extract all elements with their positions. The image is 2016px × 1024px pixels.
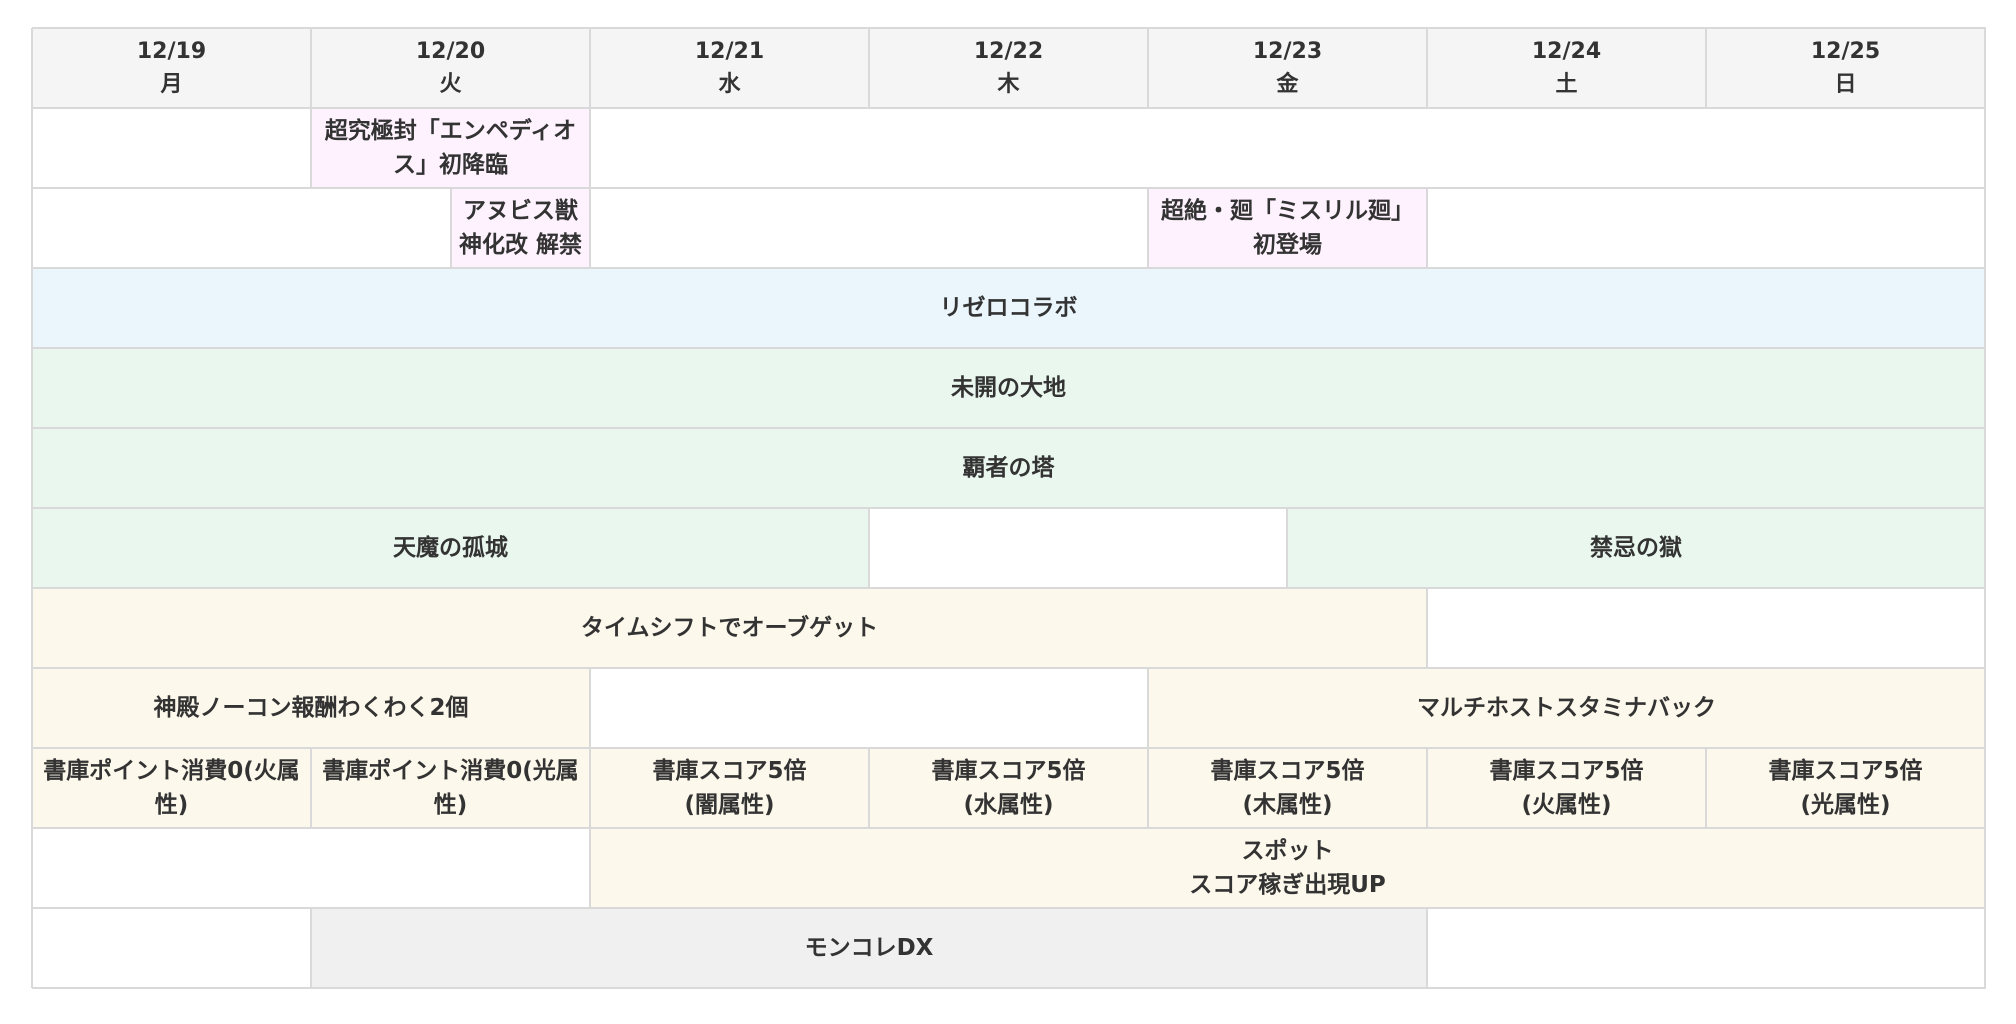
grid-line bbox=[1426, 188, 1428, 268]
header-day: 日 bbox=[1834, 72, 1857, 97]
header-date: 12/22 bbox=[973, 39, 1044, 64]
grid-line bbox=[450, 188, 452, 268]
grid-line bbox=[868, 748, 870, 828]
grid-line bbox=[1426, 748, 1428, 828]
event-hasha: 覇者の塔 bbox=[32, 428, 1985, 508]
header-cell-1220: 12/20 火 bbox=[311, 28, 590, 108]
grid-line bbox=[589, 748, 591, 828]
grid-line bbox=[589, 108, 591, 188]
grid-line bbox=[310, 908, 312, 988]
event-spot: スポット スコア稼ぎ出現UP bbox=[590, 828, 1985, 908]
event-mithril: 超絶・廻「ミスリル廻」初登場 bbox=[1148, 188, 1427, 268]
grid-line bbox=[1426, 28, 1428, 108]
header-date: 12/24 bbox=[1531, 39, 1602, 64]
header-cell-1221: 12/21 水 bbox=[590, 28, 869, 108]
event-tenma: 天魔の孤城 bbox=[32, 508, 869, 588]
event-shinden: 神殿ノーコン報酬わくわく2個 bbox=[32, 668, 590, 748]
header-cell-1223: 12/23 金 bbox=[1148, 28, 1427, 108]
grid-line bbox=[310, 28, 312, 108]
event-shoko-score-light: 書庫スコア5倍 (光属性) bbox=[1706, 748, 1985, 828]
grid-line bbox=[1147, 188, 1149, 268]
grid-line bbox=[310, 108, 312, 188]
event-kinki: 禁忌の獄 bbox=[1287, 508, 1985, 588]
event-rezero: リゼロコラボ bbox=[32, 268, 1985, 348]
grid-line bbox=[589, 668, 591, 748]
grid-line bbox=[32, 747, 1986, 749]
header-cell-1219: 12/19 月 bbox=[32, 28, 311, 108]
grid-line bbox=[1147, 28, 1149, 108]
grid-line bbox=[1147, 668, 1149, 748]
event-monkore: モンコレDX bbox=[311, 908, 1427, 988]
header-date: 12/23 bbox=[1252, 39, 1323, 64]
header-day: 木 bbox=[997, 72, 1020, 97]
grid-line bbox=[32, 507, 1986, 509]
grid-line bbox=[32, 987, 1986, 989]
grid-line bbox=[31, 28, 33, 988]
header-day: 金 bbox=[1276, 72, 1299, 97]
header-date: 12/21 bbox=[694, 39, 765, 64]
event-shoko-score-water: 書庫スコア5倍 (水属性) bbox=[869, 748, 1148, 828]
header-day: 土 bbox=[1555, 72, 1578, 97]
grid-line bbox=[868, 28, 870, 108]
grid-line bbox=[1147, 748, 1149, 828]
grid-line bbox=[32, 587, 1986, 589]
grid-line bbox=[868, 508, 870, 588]
header-cell-1224: 12/24 土 bbox=[1427, 28, 1706, 108]
grid-line bbox=[32, 827, 1986, 829]
event-shoko-score-wood: 書庫スコア5倍 (木属性) bbox=[1148, 748, 1427, 828]
header-cell-1222: 12/22 木 bbox=[869, 28, 1148, 108]
event-shoko-score-dark: 書庫スコア5倍 (闇属性) bbox=[590, 748, 869, 828]
header-date: 12/25 bbox=[1810, 39, 1881, 64]
header-day: 水 bbox=[718, 72, 741, 97]
header-day: 火 bbox=[439, 72, 462, 97]
grid-line bbox=[1984, 28, 1986, 988]
grid-line bbox=[589, 188, 591, 268]
event-timeshift: タイムシフトでオーブゲット bbox=[32, 588, 1427, 668]
grid-line bbox=[32, 107, 1986, 109]
event-schedule-table: 12/19 月 12/20 火 12/21 水 12/22 木 12/23 金 12/24… bbox=[0, 0, 2016, 1024]
grid-line bbox=[32, 427, 1986, 429]
grid-line bbox=[32, 27, 1986, 29]
event-multihost: マルチホストスタミナバック bbox=[1148, 668, 1985, 748]
grid-line bbox=[1705, 28, 1707, 108]
grid-line bbox=[32, 347, 1986, 349]
event-anubis: アヌビス獣神化改 解禁 bbox=[451, 188, 590, 268]
grid-line bbox=[1426, 588, 1428, 668]
event-shoko-score-fire: 書庫スコア5倍 (火属性) bbox=[1427, 748, 1706, 828]
grid-line bbox=[32, 187, 1986, 189]
header-cell-1225: 12/25 日 bbox=[1706, 28, 1985, 108]
event-empeditos: 超究極封「エンペディオス」初降臨 bbox=[311, 108, 590, 188]
grid-line bbox=[589, 28, 591, 108]
header-date: 12/19 bbox=[136, 39, 207, 64]
event-mikai: 未開の大地 bbox=[32, 348, 1985, 428]
header-date: 12/20 bbox=[415, 39, 486, 64]
event-shoko-point-light: 書庫ポイント消費0(光属性) bbox=[311, 748, 590, 828]
grid-line bbox=[32, 667, 1986, 669]
grid-line bbox=[1705, 748, 1707, 828]
grid-line bbox=[1286, 508, 1288, 588]
grid-line bbox=[1426, 908, 1428, 988]
grid-line bbox=[32, 267, 1986, 269]
grid-line bbox=[310, 748, 312, 828]
header-day: 月 bbox=[160, 72, 183, 97]
grid-line bbox=[32, 907, 1986, 909]
grid-line bbox=[589, 828, 591, 908]
event-shoko-point-fire: 書庫ポイント消費0(火属性) bbox=[32, 748, 311, 828]
